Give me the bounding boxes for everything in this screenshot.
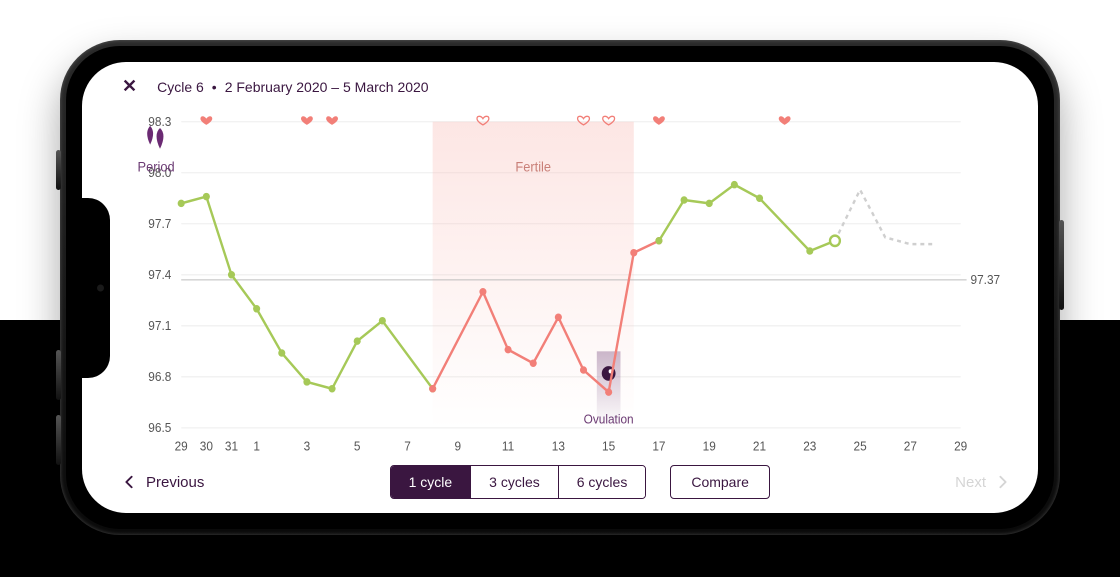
svg-text:Ovulation: Ovulation [584,412,634,426]
date-range: 2 February 2020 – 5 March 2020 [225,79,429,95]
chevron-left-icon [122,475,136,489]
volume-down-button [56,415,61,465]
segment-3-cycles[interactable]: 3 cycles [471,466,559,498]
header-row: ✕ Cycle 6 • 2 February 2020 – 5 March 20… [122,76,1010,97]
svg-text:Fertile: Fertile [515,159,551,174]
compare-label: Compare [691,474,749,490]
segment-6-cycles[interactable]: 6 cycles [559,466,646,498]
svg-text:21: 21 [753,439,766,453]
phone-screen: ✕ Cycle 6 • 2 February 2020 – 5 March 20… [82,62,1038,513]
next-button: Next [955,474,1010,491]
svg-text:29: 29 [175,439,188,453]
svg-text:97.4: 97.4 [148,268,171,282]
svg-text:3: 3 [304,439,311,453]
compare-button[interactable]: Compare [670,465,770,499]
svg-text:29: 29 [954,439,967,453]
svg-text:15: 15 [602,439,615,453]
previous-button[interactable]: Previous [122,474,204,491]
svg-text:11: 11 [502,439,515,453]
svg-text:Period: Period [138,159,175,174]
svg-text:98.3: 98.3 [148,115,171,129]
close-icon[interactable]: ✕ [122,76,137,97]
svg-text:9: 9 [454,439,461,453]
previous-label: Previous [146,474,204,491]
mute-switch [56,150,61,190]
cycle-range-segment: 1 cycle3 cycles6 cycles [390,465,647,499]
svg-text:27: 27 [904,439,917,453]
chevron-right-icon [996,475,1010,489]
svg-text:31: 31 [225,439,238,453]
svg-text:97.1: 97.1 [148,319,171,333]
next-label: Next [955,474,986,491]
temperature-chart: 96.596.897.197.497.798.098.3293031135791… [122,103,1010,457]
svg-text:96.5: 96.5 [148,421,171,435]
svg-text:25: 25 [854,439,867,453]
phone-notch [82,198,110,378]
svg-text:96.8: 96.8 [148,370,171,384]
svg-text:13: 13 [552,439,565,453]
svg-text:19: 19 [703,439,716,453]
segment-1-cycle[interactable]: 1 cycle [391,466,472,498]
cycle-label: Cycle 6 [157,79,204,95]
power-button [1059,220,1064,310]
svg-text:30: 30 [200,439,213,453]
volume-up-button [56,350,61,400]
svg-text:5: 5 [354,439,361,453]
svg-text:97.7: 97.7 [148,217,171,231]
svg-text:23: 23 [803,439,816,453]
phone-frame: ✕ Cycle 6 • 2 February 2020 – 5 March 20… [60,40,1060,535]
svg-text:1: 1 [253,439,260,453]
svg-text:7: 7 [404,439,411,453]
bullet-separator: • [212,79,217,95]
svg-text:97.37: 97.37 [971,273,1001,287]
svg-text:17: 17 [652,439,665,453]
